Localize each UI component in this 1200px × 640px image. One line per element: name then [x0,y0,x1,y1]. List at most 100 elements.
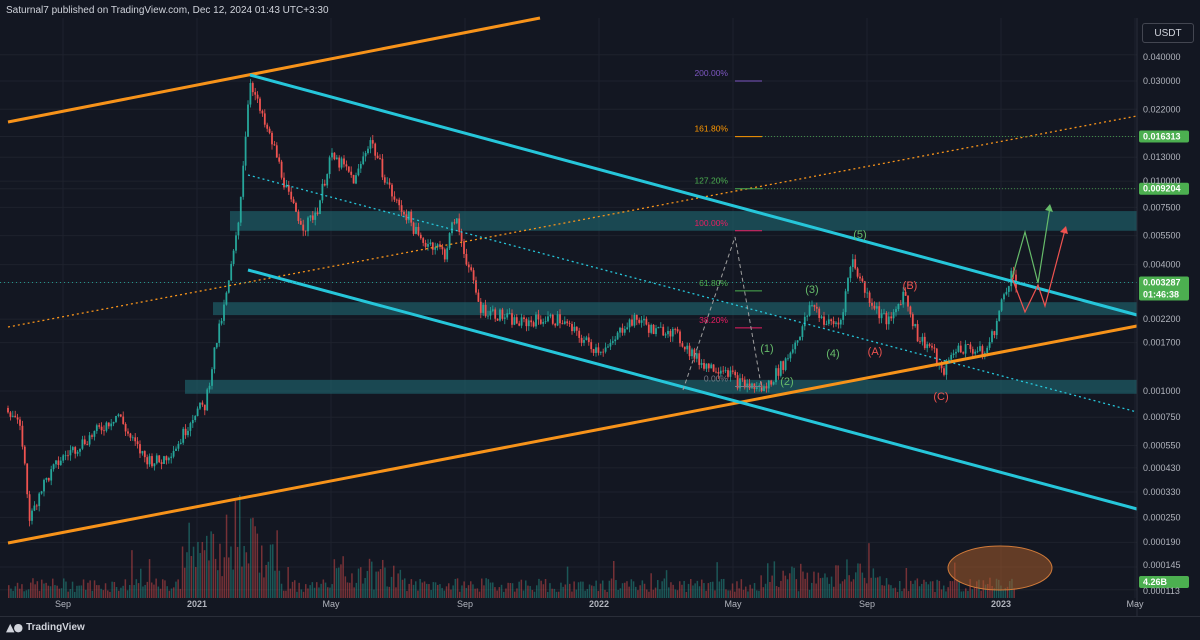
candle [943,368,945,375]
volume-bar [703,583,705,598]
volume-bar [727,590,729,598]
candle [177,443,180,449]
impulse-wave-label: (5) [853,229,866,241]
candle [43,479,45,492]
candle [110,423,113,427]
volume-bar [267,561,270,598]
candle [791,349,794,353]
volume-bar [573,581,575,598]
volume-bar [82,579,85,598]
candle [566,321,569,324]
candle [98,425,101,427]
volume-bar [665,570,668,598]
volume-bar [91,590,94,598]
volume-bar [212,533,215,598]
volume-bar [676,590,679,598]
candle [633,314,636,326]
candle [575,326,578,331]
volume-bars [8,495,1015,598]
volume-bar [762,587,765,598]
candle [117,414,120,416]
candle [424,242,427,247]
candle [979,346,981,351]
candle [237,222,240,236]
candle [431,242,434,250]
volume-bar [824,573,826,598]
cyan-channel-top [249,73,1138,317]
candle [722,370,725,372]
candle [347,166,350,172]
volume-bar [395,587,397,598]
candle [429,242,432,245]
volume-highlight [947,545,1053,591]
volume-bar [195,566,197,598]
volume-bar [593,586,595,598]
volume-bar [404,578,406,598]
volume-bar [419,578,421,598]
candle [883,312,885,314]
candle [573,326,576,332]
candle [537,314,540,320]
candle [367,148,369,154]
candle [261,110,264,114]
candle [976,350,979,352]
candle [69,450,72,456]
candle [640,320,643,323]
volume-bar [533,591,536,598]
candle [578,330,581,338]
candle [153,463,156,467]
volume-bar [925,581,927,598]
candle [83,439,86,445]
candle [765,386,768,389]
candle [21,425,24,447]
candle [926,344,929,349]
volume-bar [390,576,393,598]
volume-bar [32,578,34,598]
volume-bar [793,567,795,598]
candle [890,316,893,319]
candle [1000,299,1003,311]
candle [952,353,955,355]
volume-bar [287,567,289,598]
volume-bar [628,586,630,598]
volume-bar [366,570,369,598]
price-tick-label: 0.007500 [1143,202,1181,212]
volume-bar [597,591,600,598]
volume-bar [294,580,296,598]
candle [410,211,413,223]
candle [323,183,326,186]
volume-bar [342,556,344,598]
candle [268,128,271,133]
volume-bar [540,580,542,598]
volume-bar [164,580,166,598]
volume-bar [133,585,135,598]
volume-bar [808,589,811,598]
candle [895,309,897,313]
candle [748,383,751,389]
volume-bar [113,581,116,598]
candle [832,321,835,324]
candle [899,303,902,305]
price-chart[interactable]: 200.00% 161.80% 127.20% 100.00% 61.80% 38.20%… [0,0,1200,639]
candle [187,430,189,436]
volume-bar [324,582,327,598]
volume-bar [599,583,602,598]
volume-bar [767,563,769,598]
volume-bar [1002,590,1004,598]
candle [386,182,389,184]
candle [609,342,612,347]
candle [465,253,468,265]
volume-bar [542,584,545,598]
currency-selector[interactable]: USDT [1142,23,1194,43]
volume-bar [302,591,305,598]
volume-bar [208,560,210,598]
volume-bar [705,590,707,598]
price-tick-label: 0.001700 [1143,338,1181,348]
candle [710,364,713,369]
candle [124,423,127,432]
candle [911,314,914,327]
candle [871,302,873,306]
candle [391,184,393,197]
candle [383,177,386,183]
volume-bar [971,589,974,598]
